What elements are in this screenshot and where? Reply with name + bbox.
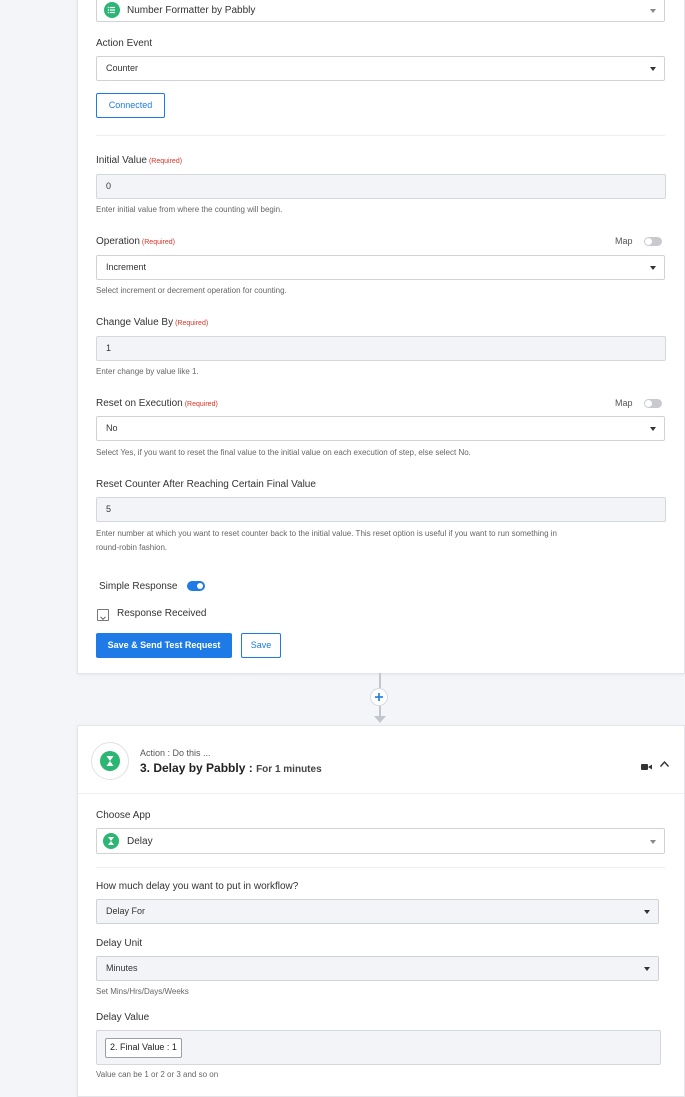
video-icon[interactable] xyxy=(641,758,652,776)
choose-app-label: Choose App xyxy=(96,810,151,821)
plus-icon xyxy=(375,693,383,701)
divider xyxy=(96,867,665,868)
simple-response-toggle[interactable] xyxy=(187,581,205,591)
delay-unit-label: Delay Unit xyxy=(96,938,143,949)
required-tag: (Required) xyxy=(141,239,175,246)
reset-counter-input[interactable]: 5 xyxy=(96,497,666,522)
delay-unit-select[interactable]: Minutes xyxy=(96,956,659,981)
required-tag: (Required) xyxy=(184,401,218,408)
delay-value-input[interactable]: 2. Final Value : 1 xyxy=(96,1030,661,1065)
app-select[interactable]: Number Formatter by Pabbly xyxy=(96,0,665,22)
delay-value-label: Delay Value xyxy=(96,1012,150,1023)
mapped-field-token[interactable]: 2. Final Value : 1 xyxy=(105,1038,182,1058)
chevron-down-icon xyxy=(650,427,656,431)
reset-on-execution-value: No xyxy=(106,423,118,433)
reset-on-execution-label: Reset on Execution (Required) xyxy=(96,398,218,409)
delay-type-value: Delay For xyxy=(106,906,146,916)
app-select-value: Number Formatter by Pabbly xyxy=(127,5,256,16)
chevron-down-icon xyxy=(650,266,656,270)
change-value-by-help: Enter change by value like 1. xyxy=(96,367,199,376)
step-card-number-formatter: Number Formatter by Pabbly Action Event … xyxy=(77,0,685,674)
delay-value-help: Value can be 1 or 2 or 3 and so on xyxy=(96,1070,219,1079)
save-button[interactable]: Save xyxy=(241,633,281,658)
action-event-value: Counter xyxy=(106,63,139,73)
operation-map-label: Map xyxy=(615,236,633,246)
step-title-text: 3. Delay by Pabbly : xyxy=(140,761,253,775)
action-event-label: Action Event xyxy=(96,38,153,49)
save-and-send-test-request-button[interactable]: Save & Send Test Request xyxy=(96,633,232,658)
connected-button[interactable]: Connected xyxy=(96,93,165,118)
operation-help: Select increment or decrement operation … xyxy=(96,286,287,295)
step-icon xyxy=(91,742,129,780)
choose-app-select[interactable]: Delay xyxy=(96,828,665,854)
chevron-down-icon xyxy=(644,910,650,914)
chevron-up-icon[interactable] xyxy=(659,755,670,773)
initial-value-label-text: Initial Value xyxy=(96,155,147,166)
initial-value-input[interactable]: 0 xyxy=(96,174,666,199)
operation-select[interactable]: Increment xyxy=(96,255,665,280)
step-subtitle: Action : Do this ... xyxy=(140,748,211,758)
reset-on-execution-help: Select Yes, if you want to reset the fin… xyxy=(96,448,471,457)
reset-counter-help-line2: round-robin fashion. xyxy=(96,543,168,552)
divider xyxy=(96,135,665,136)
hourglass-icon xyxy=(100,751,120,771)
add-step-button[interactable] xyxy=(370,688,388,706)
reset-counter-help-line1: Enter number at which you want to reset … xyxy=(96,529,557,538)
response-received-label: Response Received xyxy=(117,608,207,619)
initial-value-label: Initial Value (Required) xyxy=(96,155,182,166)
required-tag: (Required) xyxy=(175,320,209,327)
step-card-delay: Action : Do this ... 3. Delay by Pabbly … xyxy=(77,725,685,1097)
chevron-down-icon xyxy=(650,840,656,844)
response-received-checkbox[interactable] xyxy=(97,609,109,621)
chevron-down-icon xyxy=(644,967,650,971)
choose-app-value: Delay xyxy=(127,836,153,847)
required-tag: (Required) xyxy=(148,158,183,165)
reset-on-execution-select[interactable]: No xyxy=(96,416,665,441)
chevron-down-icon xyxy=(650,67,656,71)
delay-type-select[interactable]: Delay For xyxy=(96,899,659,924)
hourglass-icon xyxy=(103,833,119,849)
reset-on-execution-label-text: Reset on Execution xyxy=(96,398,183,409)
operation-label: Operation (Required) xyxy=(96,236,175,247)
initial-value-help: Enter initial value from where the count… xyxy=(96,205,283,214)
operation-map-toggle[interactable] xyxy=(644,237,662,246)
operation-label-text: Operation xyxy=(96,236,140,247)
change-value-by-label: Change Value By (Required) xyxy=(96,317,208,328)
reset-counter-label: Reset Counter After Reaching Certain Fin… xyxy=(96,479,316,490)
action-event-select[interactable]: Counter xyxy=(96,56,665,81)
reset-map-toggle[interactable] xyxy=(644,399,662,408)
operation-value: Increment xyxy=(106,262,147,272)
simple-response-label: Simple Response xyxy=(99,581,178,592)
delay-unit-help: Set Mins/Hrs/Days/Weeks xyxy=(96,987,189,996)
change-value-by-label-text: Change Value By xyxy=(96,317,174,328)
change-value-by-input[interactable]: 1 xyxy=(96,336,666,361)
chevron-down-icon xyxy=(100,616,106,621)
chevron-down-icon xyxy=(650,9,656,13)
step-title-suffix: For 1 minutes xyxy=(256,764,322,775)
step-title: 3. Delay by Pabbly : For 1 minutes xyxy=(140,761,322,775)
reset-map-label: Map xyxy=(615,398,633,408)
delay-unit-value: Minutes xyxy=(106,963,138,973)
list-icon xyxy=(104,2,120,18)
divider xyxy=(78,793,684,794)
connector-arrow xyxy=(374,716,386,723)
delay-question-label: How much delay you want to put in workfl… xyxy=(96,881,299,892)
connector-line-top xyxy=(379,673,381,689)
